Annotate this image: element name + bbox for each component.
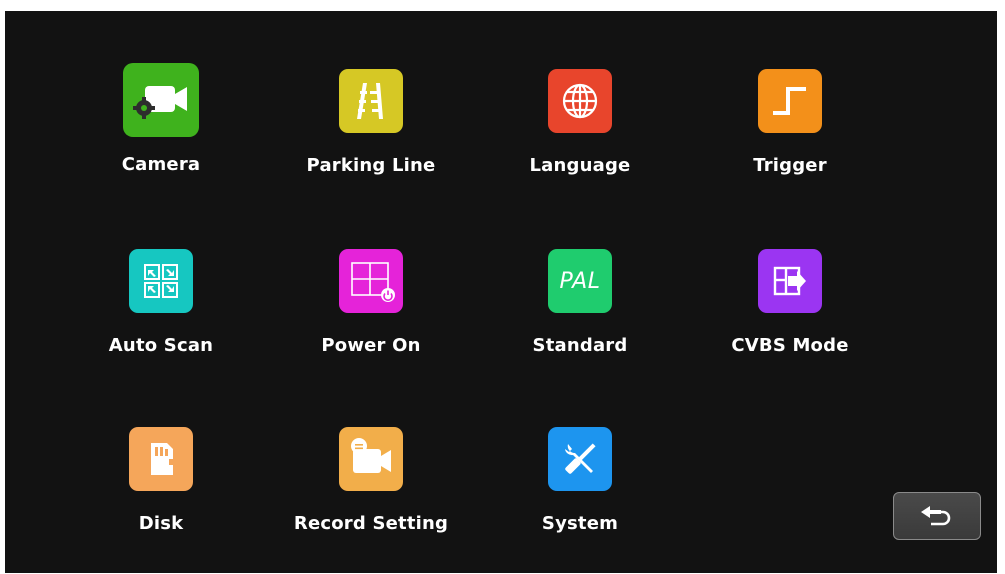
tools-icon [548, 427, 612, 491]
record-camera-icon [339, 427, 403, 491]
pal-icon: PAL [548, 249, 612, 313]
menu-item-label: Standard [532, 335, 628, 356]
menu-item-standard[interactable]: PAL Standard [490, 249, 670, 379]
menu-item-record-setting[interactable]: Record Setting [281, 427, 461, 557]
globe-icon [548, 69, 612, 133]
menu-item-label: Camera [121, 154, 201, 175]
cvbs-mode-icon [758, 249, 822, 313]
menu-item-label: Auto Scan [108, 335, 214, 356]
menu-item-camera[interactable]: Camera [71, 63, 251, 199]
auto-scan-icon [129, 249, 193, 313]
menu-item-cvbs-mode[interactable]: CVBS Mode [700, 249, 880, 379]
settings-screen: Camera Parking Line Language Trigger Aut… [5, 11, 997, 573]
back-button[interactable] [893, 492, 981, 540]
menu-item-disk[interactable]: Disk [71, 427, 251, 557]
menu-item-language[interactable]: Language [490, 69, 670, 199]
menu-item-label: System [541, 513, 619, 534]
menu-item-auto-scan[interactable]: Auto Scan [71, 249, 251, 379]
trigger-step-icon [758, 69, 822, 133]
menu-item-parking-line[interactable]: Parking Line [281, 69, 461, 199]
menu-item-power-on[interactable]: Power On [281, 249, 461, 379]
sd-card-icon [129, 427, 193, 491]
menu-item-label: Parking Line [306, 155, 436, 176]
menu-item-label: Disk [138, 513, 184, 534]
menu-item-label: Record Setting [293, 513, 449, 534]
camera-settings-icon [123, 63, 199, 137]
menu-item-label: Trigger [753, 155, 827, 176]
menu-item-label: CVBS Mode [731, 335, 849, 356]
menu-item-label: Power On [321, 335, 421, 356]
back-arrow-icon [921, 506, 951, 526]
parking-line-icon [339, 69, 403, 133]
menu-item-system[interactable]: System [490, 427, 670, 557]
menu-item-label: Language [529, 155, 631, 176]
power-on-icon [339, 249, 403, 313]
menu-item-trigger[interactable]: Trigger [700, 69, 880, 199]
pal-icon-text: PAL [559, 268, 601, 294]
